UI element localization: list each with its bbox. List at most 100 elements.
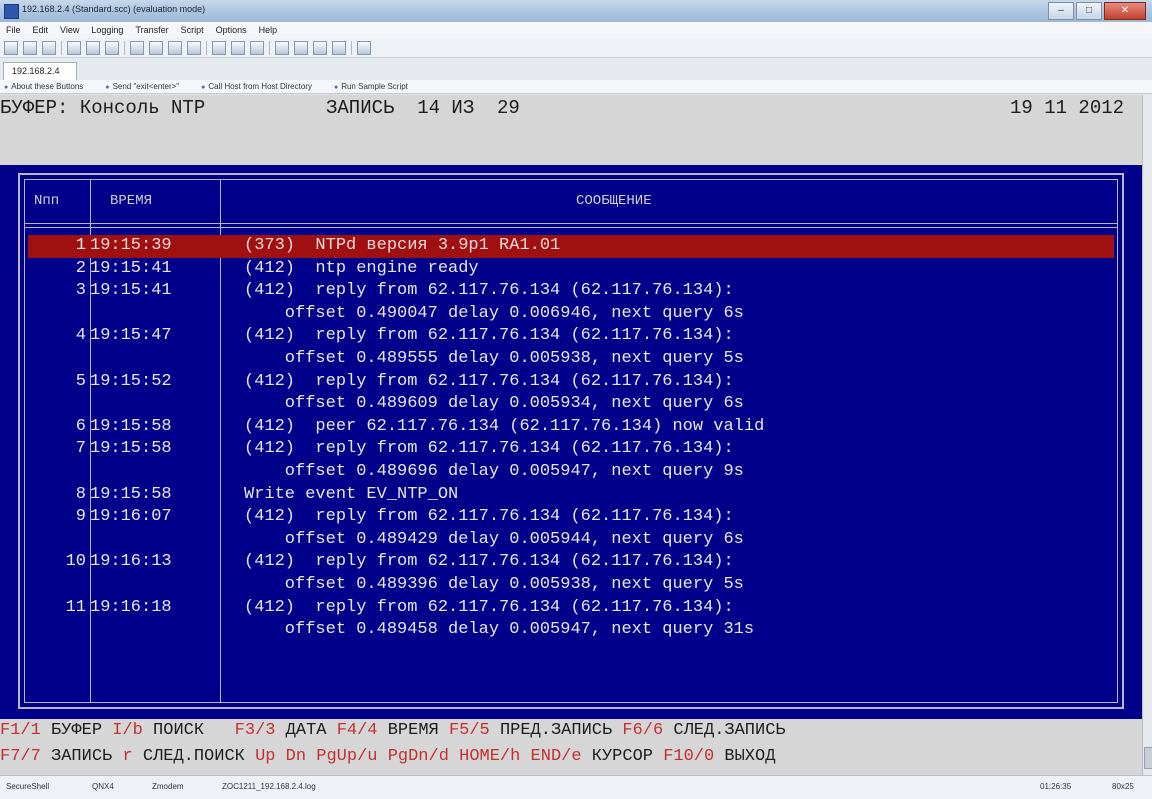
row-message: Write event EV_NTP_ON [244,484,459,504]
row-number: 11 [65,597,86,617]
log-row[interactable]: offset 0.489396 delay 0.005938, next que… [0,574,1142,597]
fkey-key[interactable]: PgDn/d [388,747,449,766]
column-header-time: ВРЕМЯ [110,193,153,209]
log-row[interactable]: offset 0.490047 delay 0.006946, next que… [0,303,1142,326]
menu-file[interactable]: File [6,25,21,35]
fkey-key[interactable]: PgUp/u [316,747,377,766]
fkey-label: ВЫХОД [714,747,776,766]
scrollbar-thumb[interactable] [1144,747,1152,769]
menu-view[interactable]: View [60,25,79,35]
fkey-key[interactable]: F5/5 [449,721,490,740]
copy-icon[interactable] [130,40,144,55]
menu-transfer[interactable]: Transfer [135,25,168,35]
fkey-label [275,747,285,766]
row-number: 9 [75,507,86,527]
fkey-key[interactable]: HOME/h [459,747,520,766]
save-icon[interactable] [23,40,37,55]
session-tab[interactable]: 192.168.2.4 [3,62,77,80]
log-row[interactable]: offset 0.489429 delay 0.005944, next que… [0,529,1142,552]
terminal-scrollbar[interactable] [1142,95,1152,775]
fkey-key[interactable]: Dn [286,747,306,766]
fkey-key[interactable]: END/e [531,747,582,766]
log-row[interactable]: 2 19:15:41 (412) ntp engine ready [0,258,1142,281]
row-time: 19:16:13 [90,552,172,572]
log-row[interactable]: 11 19:16:18 (412) reply from 62.117.76.134… [0,597,1142,620]
row-number: 8 [75,484,86,504]
fkey-label [306,747,316,766]
keyboard-icon[interactable] [275,40,289,55]
run-script-button[interactable]: Run Sample Script [334,82,408,91]
row-message: (412) reply from 62.117.76.134 (62.117.7… [244,371,734,391]
settings-icon[interactable] [105,40,119,55]
edit-icon[interactable] [187,40,201,55]
macro-icon[interactable] [332,40,346,55]
log-row[interactable]: 4 19:15:47 (412) reply from 62.117.76.134 … [0,325,1142,348]
new-session-icon[interactable] [4,40,18,55]
menu-options[interactable]: Options [216,25,247,35]
fkey-line-2: F7/7 ЗАПИСЬ r СЛЕД.ПОИСК Up Dn PgUp/u Pg… [0,747,775,766]
fkey-label [520,747,530,766]
row-message: (412) reply from 62.117.76.134 (62.117.7… [244,281,734,301]
send-exit-button[interactable]: Send "exit<enter>" [105,82,180,91]
log-icon[interactable] [313,40,327,55]
row-number: 5 [75,371,86,391]
close-button[interactable]: ✕ [1104,2,1146,20]
log-row[interactable]: offset 0.489458 delay 0.005947, next que… [0,619,1142,642]
log-row[interactable]: 10 19:16:13 (412) reply from 62.117.76.134… [0,551,1142,574]
upload-icon[interactable] [212,40,226,55]
log-row[interactable]: 9 19:16:07 (412) reply from 62.117.76.134 … [0,506,1142,529]
menu-script[interactable]: Script [181,25,204,35]
fkey-label: ДАТА [275,721,337,740]
script-icon[interactable] [250,40,264,55]
terminal-header: БУФЕР: Консоль NTP ЗАПИСЬ 14 ИЗ 29 19 11… [0,95,1142,165]
row-message: (412) reply from 62.117.76.134 (62.117.7… [244,552,734,572]
fkey-key[interactable]: F3/3 [235,721,276,740]
paste-icon[interactable] [149,40,163,55]
function-key-bar: F1/1 БУФЕР I/b ПОИСК F3/3 ДАТА F4/4 ВРЕМ… [0,719,1142,775]
status-clock: 01:26:35 [1040,782,1072,791]
log-row[interactable]: 8 19:15:58 Write event EV_NTP_ON [0,484,1142,507]
fkey-label: ВРЕМЯ [377,721,449,740]
log-row[interactable]: 5 19:15:52 (412) reply from 62.117.76.134 … [0,371,1142,394]
log-row[interactable]: 3 19:15:41 (412) reply from 62.117.76.134 … [0,280,1142,303]
status-log-file: ZOC1211_192.168.2.4.log [222,782,316,791]
menu-edit[interactable]: Edit [33,25,49,35]
fkey-key[interactable]: F4/4 [337,721,378,740]
download-icon[interactable] [231,40,245,55]
menu-help[interactable]: Help [259,25,278,35]
about-buttons-button[interactable]: About these Buttons [4,82,83,91]
call-host-button[interactable]: Call Host from Host Directory [201,82,312,91]
search-icon[interactable] [294,40,308,55]
print-icon[interactable] [168,40,182,55]
log-row[interactable]: 6 19:15:58 (412) peer 62.117.76.134 (62.11… [0,416,1142,439]
terminal-screen[interactable]: БУФЕР: Консоль NTP ЗАПИСЬ 14 ИЗ 29 19 11… [0,95,1142,775]
fkey-key[interactable]: I/b [112,721,143,740]
minimize-button[interactable]: – [1048,2,1074,20]
menu-logging[interactable]: Logging [91,25,123,35]
status-emulation: SecureShell [6,782,50,791]
log-row[interactable]: offset 0.489609 delay 0.005934, next que… [0,393,1142,416]
fkey-key[interactable]: F10/0 [663,747,714,766]
fkey-label [449,747,459,766]
fkey-key[interactable]: Up [255,747,275,766]
connect-icon[interactable] [42,40,56,55]
fkey-key[interactable]: F7/7 [0,747,41,766]
help-icon[interactable] [357,40,371,55]
log-row[interactable]: 7 19:15:58 (412) reply from 62.117.76.134 … [0,438,1142,461]
log-row[interactable]: offset 0.489696 delay 0.005947, next que… [0,461,1142,484]
fkey-key[interactable]: F6/6 [622,721,663,740]
log-row[interactable]: offset 0.489555 delay 0.005938, next que… [0,348,1142,371]
log-rows: 1 19:15:39 (373) NTPd версия 3.9p1 RA1.01 2… [0,235,1142,642]
date-display: 19 11 2012 [1010,97,1125,119]
log-row-selected[interactable]: 1 19:15:39 (373) NTPd версия 3.9p1 RA1.01 [28,235,1114,258]
disconnect-icon[interactable] [67,40,81,55]
maximize-button[interactable]: □ [1076,2,1102,20]
row-message: offset 0.489458 delay 0.005947, next que… [244,620,755,640]
fkey-label: ПОИСК [142,721,235,740]
row-message: offset 0.489396 delay 0.005938, next que… [244,574,744,594]
fkey-key[interactable]: r [122,747,132,766]
fkey-key[interactable]: F1/1 [0,721,41,740]
close-session-icon[interactable] [86,40,100,55]
row-number: 10 [65,552,86,572]
app-icon [4,4,19,19]
